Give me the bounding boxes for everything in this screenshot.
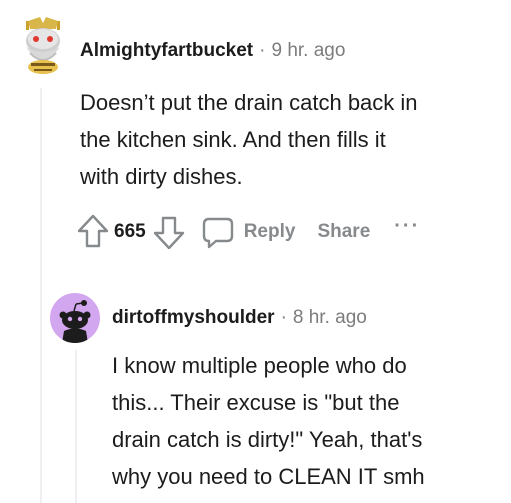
comment-body: Doesn’t put the drain catch back in the … [80,84,418,195]
reply-label: Reply [243,221,296,242]
comment-body-line: the kitchen sink. And then fills it [80,127,386,152]
downvote-arrow-icon[interactable] [152,212,186,252]
default-snoo-avatar-icon[interactable] [50,293,100,343]
comment-meta: Almightyfartbucket · 9 hr. ago [80,40,345,62]
reply-thread-line[interactable] [75,350,77,503]
comment-body-line: with dirty dishes. [80,164,243,189]
comment-timestamp[interactable]: 9 hr. ago [271,40,345,61]
reply-body-line: why you need to CLEAN IT smh [112,464,425,489]
comment-author[interactable]: Almightyfartbucket [80,40,253,61]
reply-meta: dirtoffmyshoulder · 8 hr. ago [112,307,367,329]
comment-thread-line[interactable] [40,88,42,503]
reply-button[interactable]: Reply [200,214,296,250]
upvote-arrow-icon[interactable] [76,212,110,252]
comment-body-line: Doesn’t put the drain catch back in [80,90,418,115]
meta-separator: · [259,40,266,61]
share-button[interactable]: Share [317,221,370,243]
reply-body-line: this... Their excuse is "but the [112,390,400,415]
reply-body: I know multiple people who do this... Th… [112,347,425,495]
more-options-button[interactable]: ··· [394,215,420,238]
reply-body-line: I know multiple people who do [112,353,407,378]
meta-separator: · [280,307,287,328]
reply-body-line: drain catch is dirty!" Yeah, that's [112,427,423,452]
reply-timestamp[interactable]: 8 hr. ago [293,307,367,328]
reply-author[interactable]: dirtoffmyshoulder [112,307,275,328]
comment-actions: 665 Reply Share ··· [76,210,420,254]
speech-bubble-icon [200,214,236,250]
vote-count: 665 [114,221,146,242]
snoo-avatar-icon[interactable] [12,15,74,77]
